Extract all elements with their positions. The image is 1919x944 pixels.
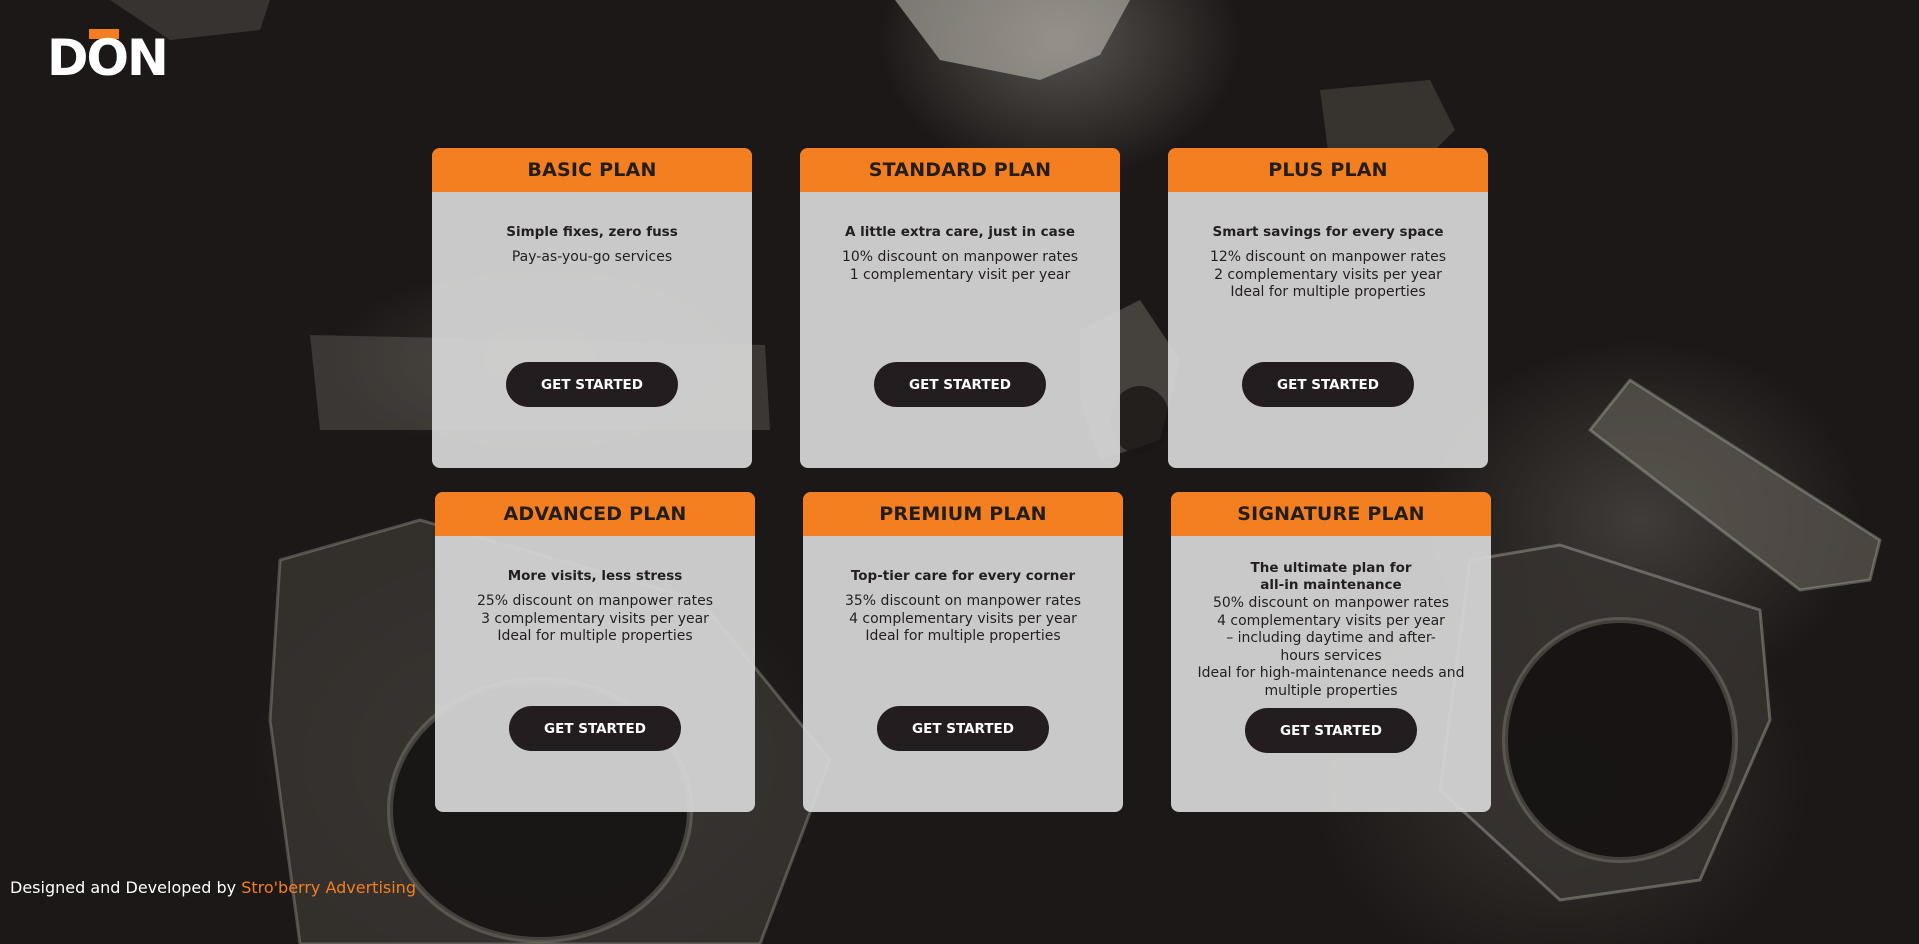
- plan-title: PLUS PLAN: [1268, 159, 1388, 181]
- plan-tagline: Top-tier care for every corner: [850, 568, 1076, 584]
- get-started-button[interactable]: GET STARTED: [1245, 708, 1417, 753]
- plan-title: STANDARD PLAN: [868, 159, 1052, 181]
- plan-features: 25% discount on manpower rates 3 complem…: [435, 593, 755, 646]
- plan-feature: 50% discount on manpower rates: [1212, 595, 1450, 611]
- plan-card-header: ADVANCED PLAN: [435, 492, 755, 536]
- plan-card-standard: STANDARD PLAN A little extra care, just …: [800, 148, 1120, 468]
- plan-feature: 1 complementary visit per year: [849, 266, 1071, 283]
- plan-tagline: The ultimate plan for all-in maintenance: [1171, 560, 1491, 594]
- plan-feature: Ideal for multiple properties: [865, 628, 1061, 644]
- plan-title: SIGNATURE PLAN: [1237, 503, 1425, 525]
- plan-feature: 3 complementary visits per year: [481, 610, 709, 627]
- plan-card-header: PLUS PLAN: [1168, 148, 1488, 192]
- plan-tagline: More visits, less stress: [507, 568, 683, 584]
- plan-features: 10% discount on manpower rates 1 complem…: [800, 249, 1120, 284]
- plan-feature: 35% discount on manpower rates: [844, 593, 1082, 609]
- plan-card-body: More visits, less stress 25% discount on…: [435, 536, 755, 812]
- plan-feature: 25% discount on manpower rates: [476, 593, 714, 609]
- plan-card-header: PREMIUM PLAN: [803, 492, 1123, 536]
- plan-feature: Ideal for high-maintenance needs and mul…: [1197, 665, 1465, 699]
- plan-feature: 2 complementary visits per year: [1214, 266, 1442, 283]
- get-started-button[interactable]: GET STARTED: [506, 362, 678, 407]
- plan-title: ADVANCED PLAN: [503, 503, 687, 525]
- plan-features: 50% discount on manpower rates 4 complem…: [1171, 595, 1491, 700]
- plan-tagline-line: The ultimate plan for: [1250, 560, 1412, 576]
- plan-features: 12% discount on manpower rates 2 complem…: [1168, 249, 1488, 302]
- plan-card-premium: PREMIUM PLAN Top-tier care for every cor…: [803, 492, 1123, 812]
- plan-title: PREMIUM PLAN: [879, 503, 1047, 525]
- plan-card-header: STANDARD PLAN: [800, 148, 1120, 192]
- get-started-button[interactable]: GET STARTED: [509, 706, 681, 751]
- plan-tagline: Smart savings for every space: [1212, 224, 1444, 240]
- logo-text: DON: [47, 29, 169, 87]
- plan-card-signature: SIGNATURE PLAN The ultimate plan for all…: [1171, 492, 1491, 812]
- plan-feature: Ideal for multiple properties: [497, 628, 693, 644]
- footer-prefix: Designed and Developed by: [10, 878, 237, 897]
- plan-features: 35% discount on manpower rates 4 complem…: [803, 593, 1123, 646]
- plan-card-body: Smart savings for every space 12% discou…: [1168, 192, 1488, 468]
- agency-link[interactable]: Stro'berry Advertising: [241, 878, 416, 897]
- footer-credit: Designed and Developed by Stro'berry Adv…: [10, 878, 416, 897]
- get-started-button[interactable]: GET STARTED: [1242, 362, 1414, 407]
- plan-card-plus: PLUS PLAN Smart savings for every space …: [1168, 148, 1488, 468]
- plan-tagline: A little extra care, just in case: [844, 224, 1075, 240]
- plan-feature: Ideal for multiple properties: [1230, 284, 1426, 300]
- plan-card-body: Top-tier care for every corner 35% disco…: [803, 536, 1123, 812]
- plan-card-header: SIGNATURE PLAN: [1171, 492, 1491, 536]
- plan-feature: 12% discount on manpower rates: [1209, 249, 1447, 265]
- plan-feature: 4 complementary visits per year: [1217, 612, 1445, 629]
- plan-card-basic: BASIC PLAN Simple fixes, zero fuss Pay-a…: [432, 148, 752, 468]
- plan-feature: 10% discount on manpower rates: [841, 249, 1079, 265]
- plan-feature: Pay-as-you-go services: [511, 249, 673, 265]
- plan-title: BASIC PLAN: [527, 159, 657, 181]
- plan-card-advanced: ADVANCED PLAN More visits, less stress 2…: [435, 492, 755, 812]
- plan-feature: – including daytime and after-hours serv…: [1226, 630, 1436, 664]
- don-logo[interactable]: DON: [47, 28, 169, 86]
- plan-card-body: A little extra care, just in case 10% di…: [800, 192, 1120, 468]
- plan-card-body: The ultimate plan for all-in maintenance…: [1171, 536, 1491, 812]
- get-started-button[interactable]: GET STARTED: [874, 362, 1046, 407]
- plan-feature: 4 complementary visits per year: [849, 610, 1077, 627]
- plan-card-body: Simple fixes, zero fuss Pay-as-you-go se…: [432, 192, 752, 468]
- get-started-button[interactable]: GET STARTED: [877, 706, 1049, 751]
- plan-tagline-line: all-in maintenance: [1260, 577, 1402, 593]
- plan-card-header: BASIC PLAN: [432, 148, 752, 192]
- plan-tagline: Simple fixes, zero fuss: [506, 224, 678, 240]
- plan-features: Pay-as-you-go services: [432, 249, 752, 267]
